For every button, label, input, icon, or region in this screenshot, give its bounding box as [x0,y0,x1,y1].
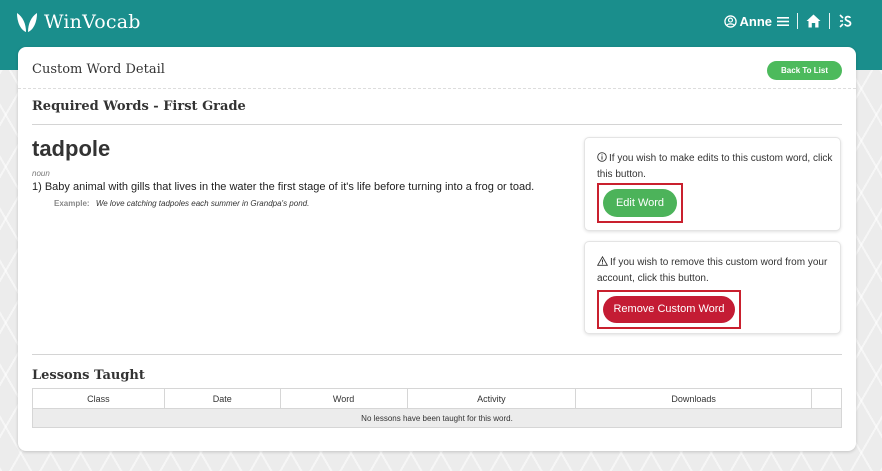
column-header-downloads[interactable]: Downloads [575,388,812,409]
section-divider [32,354,842,355]
card-header: Custom Word Detail Back To List [18,47,856,89]
leaf-logo-icon [17,13,37,32]
column-header-date[interactable]: Date [163,388,281,409]
edit-highlight-box: Edit Word [597,183,683,223]
logo-text: WinVocab [44,11,141,33]
home-icon[interactable] [806,14,821,28]
remove-word-panel: If you wish to remove this custom word f… [584,241,841,334]
lessons-table: Class Date Word Activity Downloads No le… [32,388,843,428]
remove-info-message: If you wish to remove this custom word f… [597,257,828,284]
column-header-class[interactable]: Class [32,388,165,409]
edit-word-panel: If you wish to make edits to this custom… [584,137,841,231]
column-header-activity[interactable]: Activity [406,388,577,409]
column-header-empty [810,388,843,409]
lessons-taught-title: Lessons Taught [32,368,145,383]
column-header-word[interactable]: Word [279,388,408,409]
info-icon [597,152,607,167]
remove-info-text: If you wish to remove this custom word f… [596,255,833,286]
table-row: No lessons have been taught for this wor… [32,408,842,428]
divider [829,13,830,29]
word-example: Example: We love catching tadpoles each … [54,199,309,208]
user-area: Anne [723,13,853,29]
remove-highlight-box: Remove Custom Word [597,290,741,329]
divider [797,13,798,29]
section-divider [32,124,842,125]
example-text: We love catching tadpoles each summer in… [95,199,310,208]
remove-custom-word-button[interactable]: Remove Custom Word [603,296,735,323]
edit-info-message: If you wish to make edits to this custom… [597,153,833,180]
hamburger-menu-icon[interactable] [777,16,789,27]
back-to-list-button[interactable]: Back To List [767,61,842,80]
word-term: tadpole [32,136,111,161]
page-title: Custom Word Detail [32,62,165,77]
example-label: Example: [54,199,90,208]
s-logo-icon[interactable] [838,13,852,29]
winvocab-logo[interactable]: WinVocab [16,11,141,33]
warning-icon [596,255,609,271]
user-name[interactable]: Anne [740,14,773,29]
table-header-row: Class Date Word Activity Downloads [32,388,843,409]
word-list-title: Required Words - First Grade [32,99,246,114]
edit-info-text: If you wish to make edits to this custom… [597,151,833,182]
part-of-speech: noun [32,169,50,178]
edit-word-button[interactable]: Edit Word [603,189,677,217]
user-circle-icon[interactable] [723,14,737,28]
empty-table-message: No lessons have been taught for this wor… [32,408,842,428]
word-definition: 1) Baby animal with gills that lives in … [32,181,535,193]
word-detail-card: Custom Word Detail Back To List Required… [18,47,856,451]
